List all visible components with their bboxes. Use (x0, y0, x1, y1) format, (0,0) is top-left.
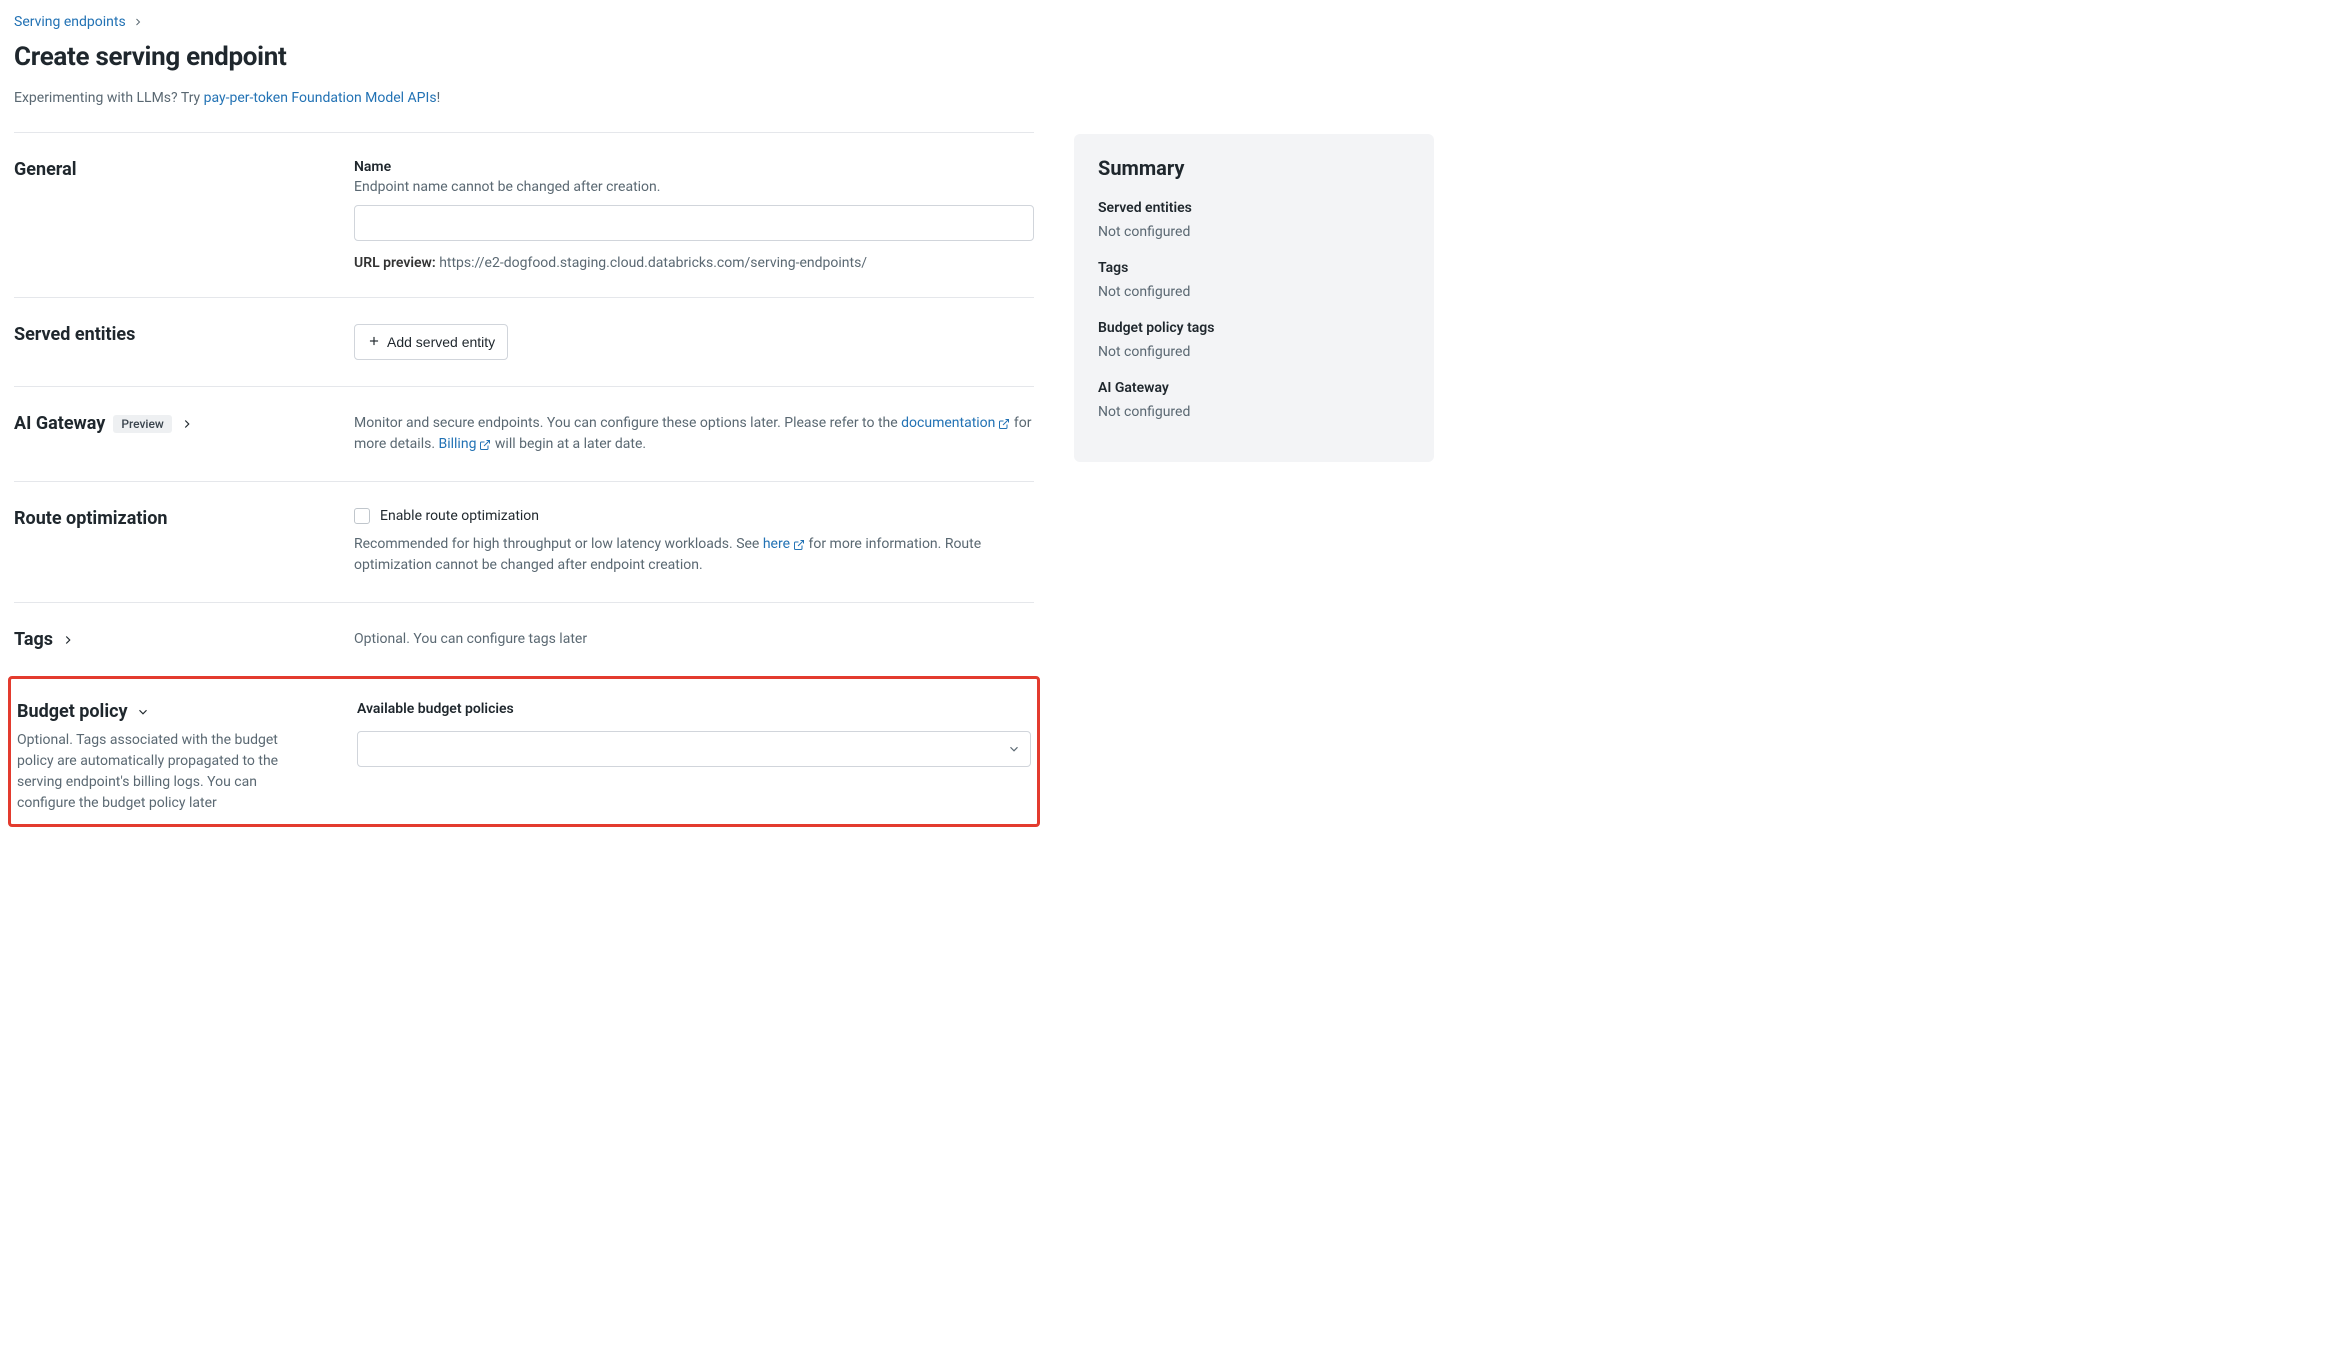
summary-item-value: Not configured (1098, 344, 1410, 360)
hint-prefix: Experimenting with LLMs? Try (14, 90, 204, 106)
llm-hint: Experimenting with LLMs? Try pay-per-tok… (14, 90, 1034, 106)
ai-gateway-text-after: will begin at a later date. (491, 436, 646, 452)
name-sublabel: Endpoint name cannot be changed after cr… (354, 179, 1034, 195)
breadcrumb: Serving endpoints (14, 14, 1034, 30)
preview-badge: Preview (113, 415, 172, 433)
enable-route-opt-label: Enable route optimization (380, 508, 539, 524)
section-ai-gateway-title: AI Gateway (14, 413, 105, 434)
add-served-entity-button[interactable]: Add served entity (354, 324, 508, 360)
external-link-icon (998, 418, 1010, 430)
summary-item-tags: Tags Not configured (1098, 260, 1410, 300)
enable-route-opt-checkbox[interactable] (354, 508, 370, 524)
hint-suffix: ! (437, 90, 441, 106)
documentation-link-text: documentation (901, 413, 995, 434)
section-budget-title: Budget policy (17, 701, 128, 722)
external-link-icon (793, 539, 805, 551)
url-preview-value: https://e2-dogfood.staging.cloud.databri… (439, 255, 867, 271)
summary-item-title: AI Gateway (1098, 380, 1410, 396)
name-label: Name (354, 159, 1034, 175)
section-served-entities: Served entities Add served entity (14, 297, 1034, 386)
summary-item-value: Not configured (1098, 404, 1410, 420)
breadcrumb-parent-link[interactable]: Serving endpoints (14, 14, 126, 30)
summary-item-title: Tags (1098, 260, 1410, 276)
budget-policy-select[interactable] (357, 731, 1031, 767)
summary-item-ai-gateway: AI Gateway Not configured (1098, 380, 1410, 420)
ai-gateway-description: Monitor and secure endpoints. You can co… (354, 413, 1034, 455)
section-served-title: Served entities (14, 324, 314, 345)
section-route-optimization: Route optimization Enable route optimiza… (14, 481, 1034, 602)
add-served-entity-label: Add served entity (387, 334, 495, 350)
route-opt-here-text: here (763, 534, 790, 555)
plus-icon (367, 334, 381, 351)
summary-card: Summary Served entities Not configured T… (1074, 134, 1434, 462)
summary-item-served-entities: Served entities Not configured (1098, 200, 1410, 240)
section-budget-policy: Budget policy Optional. Tags associated … (15, 681, 1033, 814)
budget-policy-highlight: Budget policy Optional. Tags associated … (8, 676, 1040, 827)
chevron-right-icon[interactable] (180, 417, 194, 431)
summary-item-budget-policy-tags: Budget policy tags Not configured (1098, 320, 1410, 360)
budget-description: Optional. Tags associated with the budge… (17, 730, 317, 814)
documentation-link[interactable]: documentation (901, 413, 1010, 434)
chevron-right-icon (132, 16, 144, 28)
route-opt-description: Recommended for high throughput or low l… (354, 534, 1034, 576)
summary-item-title: Budget policy tags (1098, 320, 1410, 336)
summary-item-value: Not configured (1098, 284, 1410, 300)
chevron-down-icon[interactable] (136, 705, 150, 719)
summary-item-value: Not configured (1098, 224, 1410, 240)
billing-link-text: Billing (439, 434, 477, 455)
name-input[interactable] (354, 205, 1034, 241)
summary-item-title: Served entities (1098, 200, 1410, 216)
route-opt-here-link[interactable]: here (763, 534, 805, 555)
tags-description: Optional. You can configure tags later (354, 629, 1034, 650)
section-ai-gateway: AI Gateway Preview Monitor and secure en… (14, 386, 1034, 481)
section-general: General Name Endpoint name cannot be cha… (14, 132, 1034, 297)
chevron-right-icon[interactable] (61, 633, 75, 647)
billing-link[interactable]: Billing (439, 434, 492, 455)
route-opt-text-before: Recommended for high throughput or low l… (354, 536, 763, 552)
page-title: Create serving endpoint (14, 42, 1034, 72)
external-link-icon (479, 439, 491, 451)
summary-title: Summary (1098, 156, 1410, 180)
foundation-model-link[interactable]: pay-per-token Foundation Model APIs (204, 90, 437, 106)
ai-gateway-text-before: Monitor and secure endpoints. You can co… (354, 415, 901, 431)
section-tags: Tags Optional. You can configure tags la… (14, 602, 1034, 676)
section-tags-title: Tags (14, 629, 53, 650)
section-route-opt-title: Route optimization (14, 508, 314, 529)
url-preview-label: URL preview: (354, 255, 436, 271)
section-general-title: General (14, 159, 314, 180)
budget-field-label: Available budget policies (357, 701, 1031, 717)
